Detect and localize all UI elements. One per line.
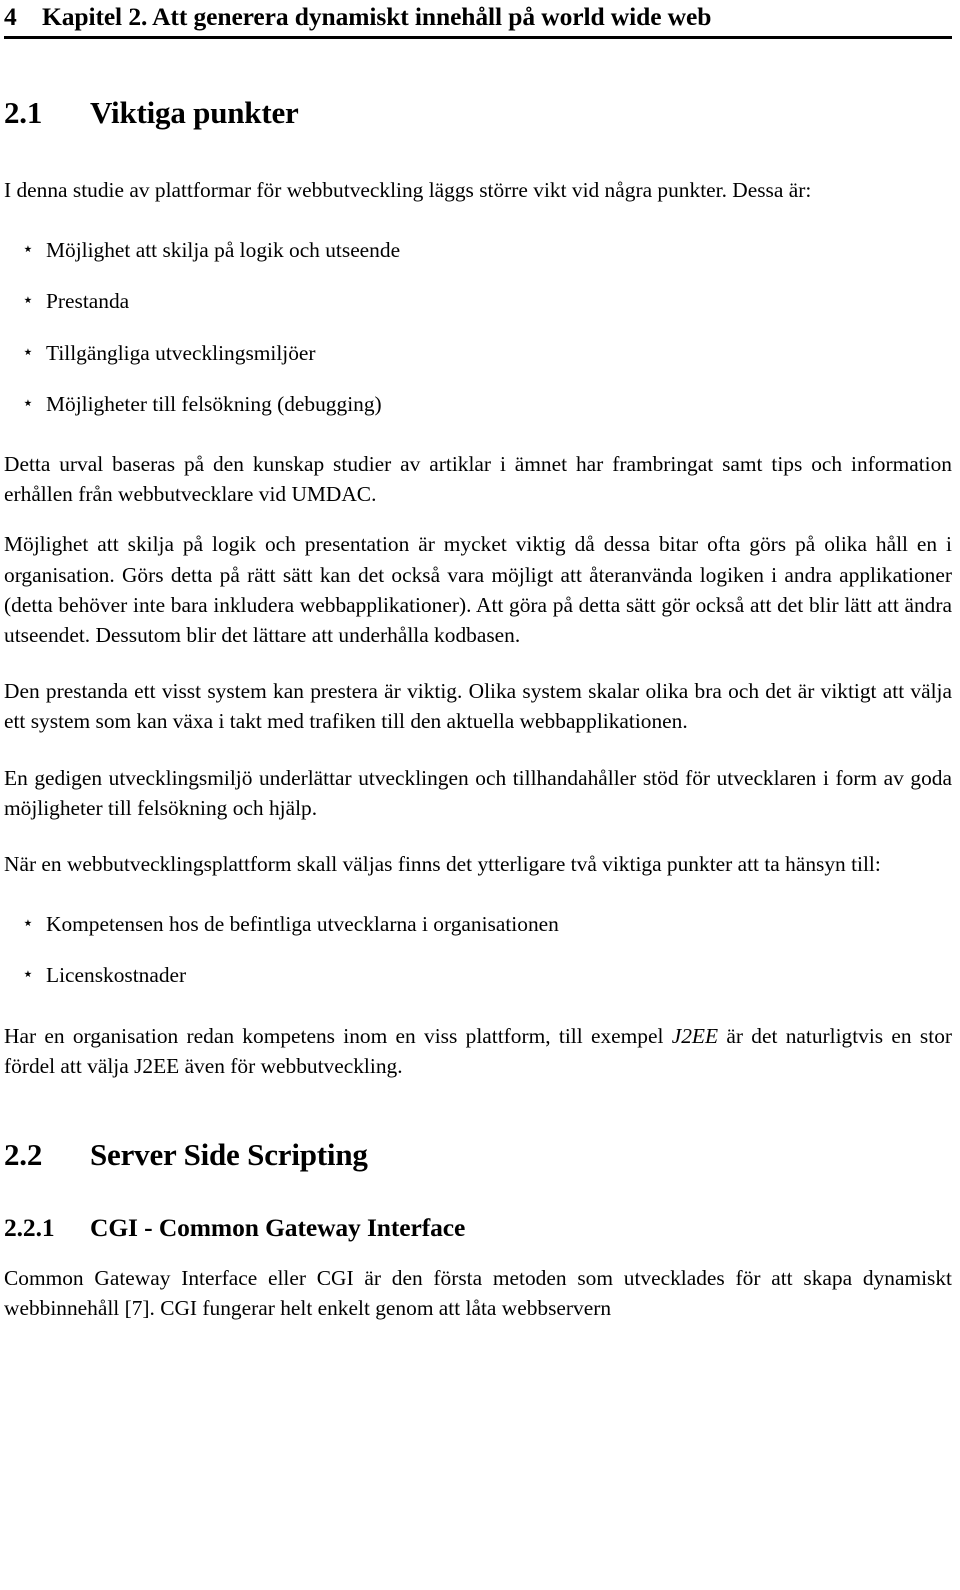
list-item: ⋆ Möjligheter till felsökning (debugging… xyxy=(4,389,952,419)
subsection-title-2-2-1: CGI - Common Gateway Interface xyxy=(90,1213,466,1243)
section-heading-2-1: 2.1 Viktiga punkter xyxy=(4,95,952,131)
list-item: ⋆ Möjlighet att skilja på logik och utse… xyxy=(4,235,952,265)
star-icon: ⋆ xyxy=(22,239,34,261)
star-icon: ⋆ xyxy=(22,392,34,414)
star-icon: ⋆ xyxy=(22,964,34,986)
subsection-heading-2-2-1: 2.2.1 CGI - Common Gateway Interface xyxy=(4,1213,952,1243)
section-title-2-2: Server Side Scripting xyxy=(90,1137,368,1173)
section-title-2-1: Viktiga punkter xyxy=(90,95,299,130)
running-head-title: Kapitel 2. Att generera dynamiskt innehå… xyxy=(42,2,712,31)
bullet-list-key-points: ⋆ Möjlighet att skilja på logik och utse… xyxy=(4,235,952,419)
paragraph-j2ee: Har en organisation redan kompetens inom… xyxy=(4,1021,952,1081)
paragraph-source: Detta urval baseras på den kunskap studi… xyxy=(4,452,952,507)
paragraph-logic-presentation: Möjlighet att skilja på logik och presen… xyxy=(4,532,952,648)
paragraph-intro: I denna studie av plattformar för webbut… xyxy=(4,178,812,202)
section-number-2-2: 2.2 xyxy=(4,1137,43,1173)
list-item-label: Tillgängliga utvecklingsmiljöer xyxy=(46,340,316,365)
list-item: ⋆ Prestanda xyxy=(4,286,952,316)
star-icon: ⋆ xyxy=(22,341,34,363)
paragraph-cgi: Common Gateway Interface eller CGI är de… xyxy=(4,1266,952,1321)
subsection-number-2-2-1: 2.2.1 xyxy=(4,1213,55,1243)
list-item: ⋆ Tillgängliga utvecklingsmiljöer xyxy=(4,338,952,368)
list-item-label: Möjligheter till felsökning (debugging) xyxy=(46,391,382,416)
list-item-label: Kompetensen hos de befintliga utvecklarn… xyxy=(46,912,559,937)
section-number-2-1: 2.1 xyxy=(4,95,43,130)
list-item-label: Licenskostnader xyxy=(46,963,187,988)
running-header: 4 Kapitel 2. Att generera dynamiskt inne… xyxy=(4,0,952,32)
list-item-label: Möjlighet att skilja på logik och utseen… xyxy=(46,238,401,263)
document-page: 4 Kapitel 2. Att generera dynamiskt inne… xyxy=(0,0,960,1590)
paragraph-j2ee-part1: Har en organisation redan kompetens inom… xyxy=(4,1023,672,1048)
list-item-label: Prestanda xyxy=(46,289,130,314)
bullet-list-extra-points: ⋆ Kompetensen hos de befintliga utveckla… xyxy=(4,909,952,990)
emphasis-j2ee: J2EE xyxy=(671,1023,719,1048)
star-icon: ⋆ xyxy=(22,913,34,935)
section-heading-2-2: 2.2 Server Side Scripting xyxy=(4,1137,952,1173)
paragraph-platform-choice: När en webbutvecklingsplattform skall vä… xyxy=(4,852,881,877)
page-number: 4 xyxy=(4,2,17,31)
paragraph-development-environment: En gedigen utvecklingsmiljö underlättar … xyxy=(4,765,952,820)
star-icon: ⋆ xyxy=(22,290,34,312)
list-item: ⋆ Kompetensen hos de befintliga utveckla… xyxy=(4,909,952,939)
header-rule xyxy=(4,36,952,39)
list-item: ⋆ Licenskostnader xyxy=(4,960,952,990)
paragraph-performance: Den prestanda ett visst system kan prest… xyxy=(4,679,952,734)
